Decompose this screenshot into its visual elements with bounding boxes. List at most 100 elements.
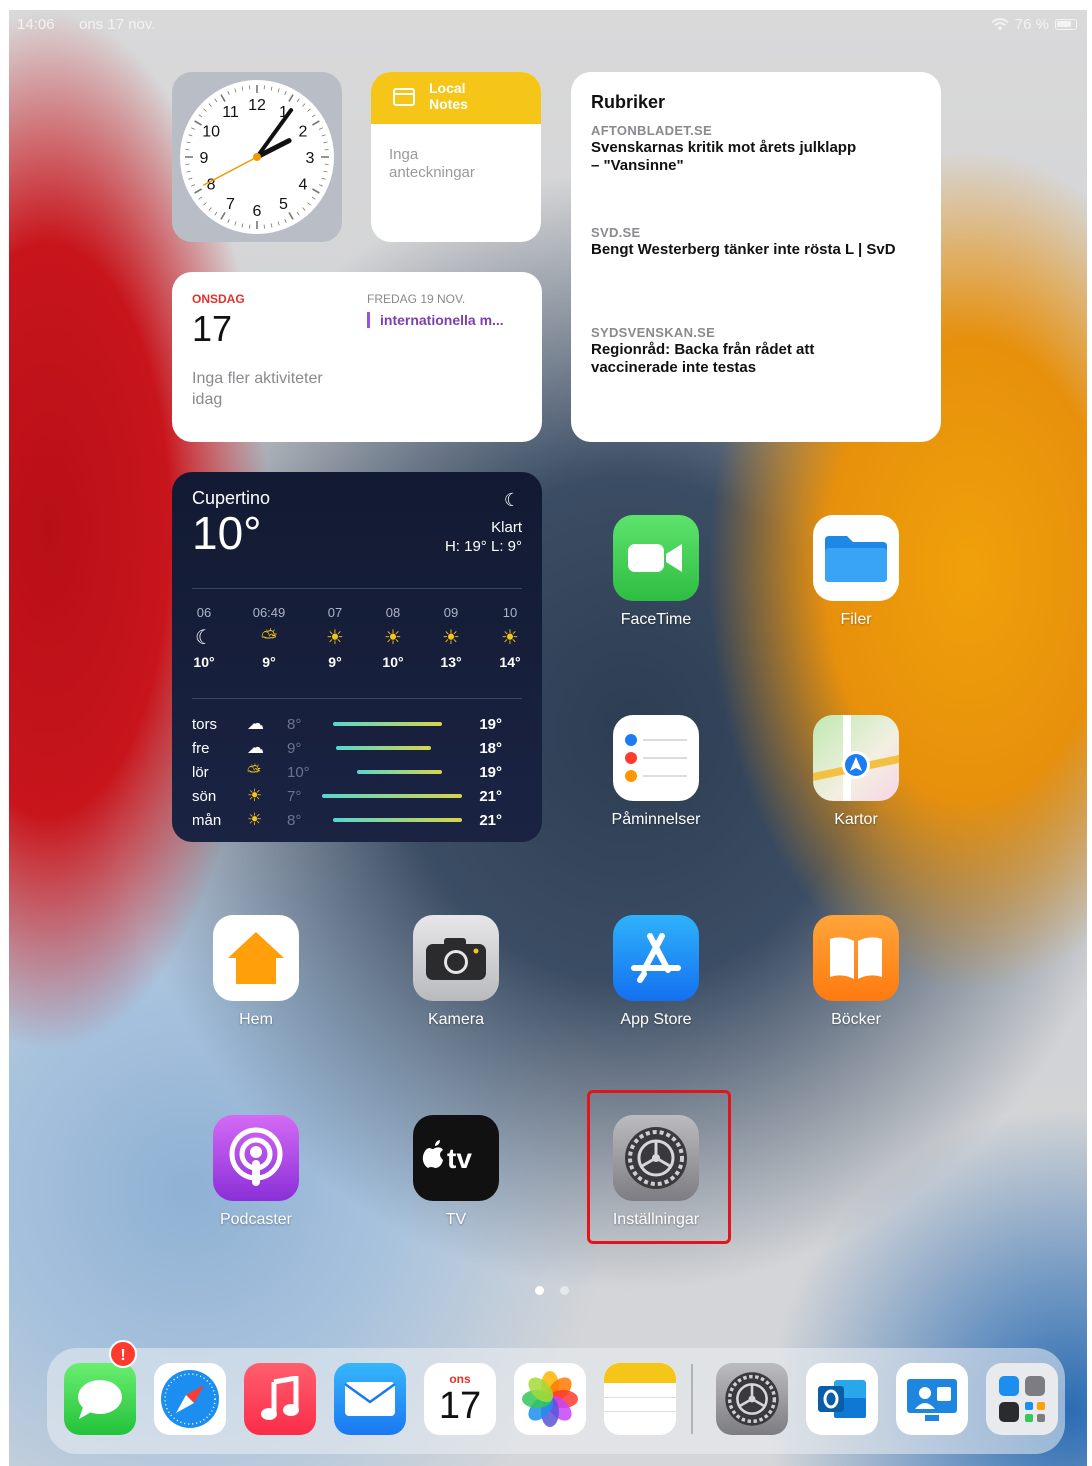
clock-number: 12 (248, 97, 266, 114)
settings-icon[interactable] (716, 1363, 788, 1435)
day-high: 21° (479, 787, 502, 805)
app-paminnelser[interactable]: Påminnelser (581, 715, 731, 829)
calendar-widget[interactable]: ONSDAG 17 Inga fler aktiviteter idag FRE… (172, 272, 542, 442)
notes-icon-header (604, 1363, 676, 1383)
calendar-icon[interactable]: ons 17 (424, 1363, 496, 1435)
weather-widget[interactable]: Cupertino 10° ☾ Klart H: 19° L: 9° 06 ☾ … (172, 472, 542, 842)
news-headline: Svenskarnas kritik mot årets julklapp – … (591, 139, 921, 175)
wifi-icon (991, 18, 1009, 31)
clock-tick (312, 188, 320, 194)
sun-icon: ☀ (442, 627, 460, 649)
day-label: lör (192, 763, 209, 781)
hourly-forecast: 06:49 ⛅︎ 9° (249, 605, 289, 670)
facetime-icon (613, 515, 699, 601)
divider (604, 1397, 676, 1398)
hourly-forecast: 06 ☾ 10° (184, 605, 224, 670)
app-hem[interactable]: Hem (181, 915, 331, 1029)
app-label: FaceTime (620, 611, 692, 628)
news-headline-line: vaccinerade inte testas (591, 359, 757, 376)
news-item[interactable]: SYDSVENSKAN.SE Regionråd: Backa från råd… (591, 325, 921, 377)
cloud-icon: ☁ (247, 738, 264, 757)
daily-forecast-row: tors ☁ 8° 19° (192, 712, 522, 736)
hour-label: 10 (502, 605, 518, 620)
mail-icon[interactable] (334, 1363, 406, 1435)
apple-tv-icon: tv (413, 1115, 499, 1201)
dock-separator (691, 1364, 693, 1434)
calendar-next-event[interactable]: internationella m... (367, 312, 504, 328)
app-kamera[interactable]: Kamera (381, 915, 531, 1029)
calendar-next-date: FREDAG 19 NOV. (367, 292, 466, 306)
app-kartor[interactable]: Kartor (781, 715, 931, 829)
calendar-upcoming: FREDAG 19 NOV. internationella m... (367, 292, 504, 328)
app-podcaster[interactable]: Podcaster (181, 1115, 331, 1229)
notes-widget[interactable]: Local Notes Inga anteckningar (371, 72, 541, 242)
day-label: sön (192, 787, 217, 805)
battery-icon (1055, 19, 1077, 30)
day-high: 21° (479, 811, 502, 829)
status-time: 14:06 (17, 16, 55, 33)
news-widget[interactable]: Rubriker AFTONBLADET.SE Svenskarnas krit… (571, 72, 941, 442)
app-library-icon[interactable] (986, 1363, 1058, 1435)
app-filer[interactable]: Filer (781, 515, 931, 629)
status-date: ons 17 nov. (79, 16, 156, 33)
music-icon[interactable] (244, 1363, 316, 1435)
notes-empty-line2: anteckningar (389, 164, 475, 181)
app-label: TV (445, 1211, 467, 1228)
weather-condition: Klart (491, 519, 522, 536)
sun-icon: ☀ (501, 627, 519, 649)
notes-empty-text: Inga anteckningar (371, 124, 541, 204)
news-source: AFTONBLADET.SE (591, 123, 712, 138)
clock-tick (203, 108, 207, 112)
news-item[interactable]: AFTONBLADET.SE Svenskarnas kritik mot år… (591, 123, 921, 175)
hour-label: 09 (443, 605, 459, 620)
safari-icon[interactable] (154, 1363, 226, 1435)
outlook-icon[interactable] (806, 1363, 878, 1435)
page-indicator[interactable] (535, 1286, 569, 1295)
hour-label: 06 (196, 605, 212, 620)
news-headline-line: Bengt Westerberg tänker inte rösta L | S… (591, 241, 896, 258)
weather-condition-block: Klart H: 19° L: 9° (445, 518, 522, 556)
clock-number: 5 (279, 196, 288, 213)
clock-tick (307, 108, 311, 112)
messages-icon[interactable] (64, 1363, 136, 1435)
app-label: Podcaster (219, 1211, 293, 1228)
clock-tick (311, 114, 316, 118)
battery-percent: 76 % (1014, 16, 1049, 33)
divider (192, 588, 522, 589)
clock-tick (323, 141, 328, 144)
clock-tick (194, 188, 202, 194)
day-label: fre (192, 739, 210, 757)
teams-icon[interactable] (896, 1363, 968, 1435)
page-dot[interactable] (560, 1286, 569, 1295)
temp-range-bar (322, 770, 462, 774)
app-bocker[interactable]: Böcker (781, 915, 931, 1029)
hour-temp: 10° (382, 654, 404, 670)
reminders-icon (613, 715, 699, 801)
page-dot-active[interactable] (535, 1286, 544, 1295)
hourly-forecast: 08 ☀ 10° (373, 605, 413, 670)
clock-tick (191, 127, 196, 130)
photos-icon[interactable] (514, 1363, 586, 1435)
app-appstore[interactable]: App Store (581, 915, 731, 1029)
clock-number: 3 (306, 150, 315, 167)
clock-tick (186, 141, 191, 144)
notes-icon[interactable] (604, 1363, 676, 1435)
app-label: App Store (620, 1011, 692, 1028)
temp-range-fill (357, 770, 443, 774)
clock-tick (227, 91, 230, 96)
daily-forecast-row: fre ☁ 9° 18° (192, 736, 522, 760)
clock-tick (188, 134, 193, 137)
calendar-no-events: Inga fler aktiviteter idag (192, 368, 362, 410)
app-tv[interactable]: tv TV (381, 1115, 531, 1229)
sun-icon: ☀ (247, 810, 263, 829)
day-high: 19° (479, 763, 502, 781)
app-facetime[interactable]: FaceTime (581, 515, 731, 629)
news-item[interactable]: SVD.SE Bengt Westerberg tänker inte röst… (591, 225, 921, 259)
app-label: Kamera (427, 1011, 485, 1028)
clock-widget[interactable]: 12 1 2 3 4 5 6 7 8 9 10 11 (172, 72, 342, 242)
temp-range-bar (322, 722, 462, 726)
clock-tick (318, 127, 323, 130)
clock-tick (208, 103, 212, 107)
temp-range-bar (322, 794, 462, 798)
temp-range-bar (322, 818, 462, 822)
